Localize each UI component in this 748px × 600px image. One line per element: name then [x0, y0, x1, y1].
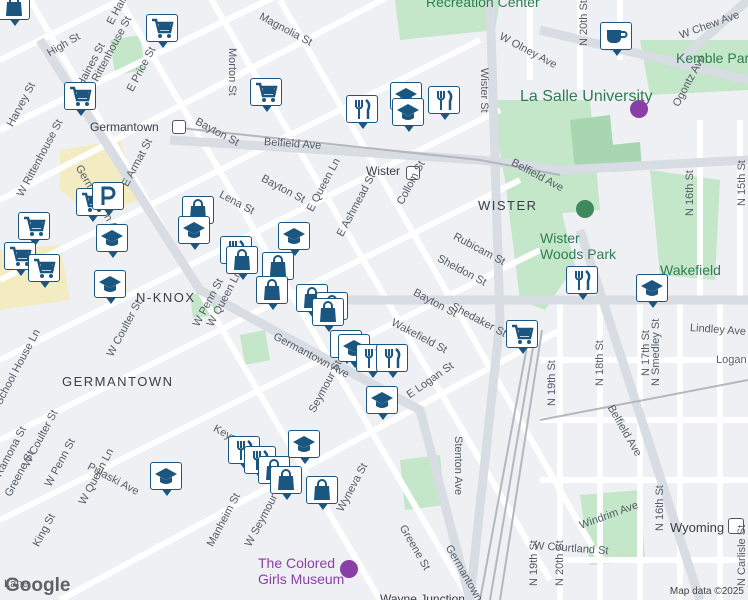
- street-logan: Logan: [716, 354, 747, 366]
- map-marker-cart[interactable]: [146, 14, 180, 50]
- map-marker-school[interactable]: [96, 224, 130, 260]
- university-icon[interactable]: [630, 100, 648, 118]
- map-marker-school[interactable]: [178, 216, 212, 252]
- map-marker-cart[interactable]: [64, 82, 98, 118]
- map-marker-cafe[interactable]: [600, 22, 634, 58]
- map-marker-shop[interactable]: [270, 466, 304, 502]
- map-marker-cart[interactable]: [250, 78, 284, 114]
- map-marker-shop[interactable]: [0, 0, 32, 28]
- place-wister-woods-park[interactable]: Wister Woods Park: [540, 230, 616, 262]
- place-colored-girls-museum[interactable]: The Colored Girls Museum: [258, 555, 344, 587]
- station-wyoming[interactable]: Wyoming: [670, 520, 724, 535]
- map-marker-shop[interactable]: [256, 276, 290, 312]
- map-attribution[interactable]: Map data ©2025: [670, 586, 744, 597]
- street-n-20th-st-north: N 20th St: [578, 0, 590, 46]
- map-marker-food[interactable]: [376, 344, 410, 380]
- street-n-16th-st-north: N 16th St: [684, 170, 696, 216]
- street-stenton-ave: Stenton Ave: [452, 436, 464, 496]
- map-marker-cart[interactable]: [28, 254, 62, 290]
- street-n-20th-st-south: N 20th St: [554, 540, 566, 586]
- map-marker-school[interactable]: [278, 222, 312, 258]
- map-marker-shop[interactable]: [312, 298, 346, 334]
- station-germantown[interactable]: Germantown: [90, 120, 159, 134]
- map-marker-parking[interactable]: [92, 182, 126, 218]
- street-morton-st: Morton St: [226, 48, 238, 96]
- neighborhood-wister: WISTER: [478, 198, 538, 213]
- map-canvas[interactable]: GERMANTOWN N-KNOX WISTER La Salle Univer…: [0, 0, 748, 600]
- street-wister-st: Wister St: [478, 68, 490, 113]
- street-n-15th-st-north: N 15th St: [736, 160, 748, 206]
- museum-icon[interactable]: [340, 560, 358, 578]
- station-wayne-junction[interactable]: Wayne Junction: [380, 592, 465, 600]
- map-marker-school[interactable]: [636, 274, 670, 310]
- google-logo: Google: [5, 575, 71, 596]
- park-icon[interactable]: [576, 200, 594, 218]
- map-marker-cart[interactable]: [506, 320, 540, 356]
- map-marker-food[interactable]: [428, 86, 462, 122]
- map-marker-shop[interactable]: [226, 246, 260, 282]
- map-marker-school[interactable]: [288, 430, 322, 466]
- map-marker-school[interactable]: [392, 98, 426, 134]
- park-small-1: [240, 330, 270, 365]
- map-marker-school[interactable]: [94, 270, 128, 306]
- street-n-carlisle-st: N Carlisle St: [736, 524, 748, 586]
- map-marker-school[interactable]: [150, 462, 184, 498]
- place-kemble-park[interactable]: Kemble Park: [676, 50, 748, 66]
- map-marker-food[interactable]: [346, 95, 380, 131]
- street-n-19th-st-south: N 19th St: [528, 540, 540, 586]
- street-n-19th-st: N 19th St: [546, 360, 558, 406]
- street-n-18th-st: N 18th St: [594, 340, 606, 386]
- map-marker-food[interactable]: [566, 266, 600, 302]
- map-marker-school[interactable]: [366, 386, 400, 422]
- street-n-16th-st-south: N 16th St: [654, 485, 666, 531]
- map-marker-shop[interactable]: [306, 476, 340, 512]
- street-n-smedley-st: N Smedley St: [650, 318, 662, 386]
- train-station-icon[interactable]: [172, 120, 186, 134]
- place-recreation-center[interactable]: Recreation Center: [426, 0, 540, 10]
- neighborhood-germantown: GERMANTOWN: [62, 374, 174, 389]
- neighborhood-penn-knox: N-KNOX: [136, 290, 196, 305]
